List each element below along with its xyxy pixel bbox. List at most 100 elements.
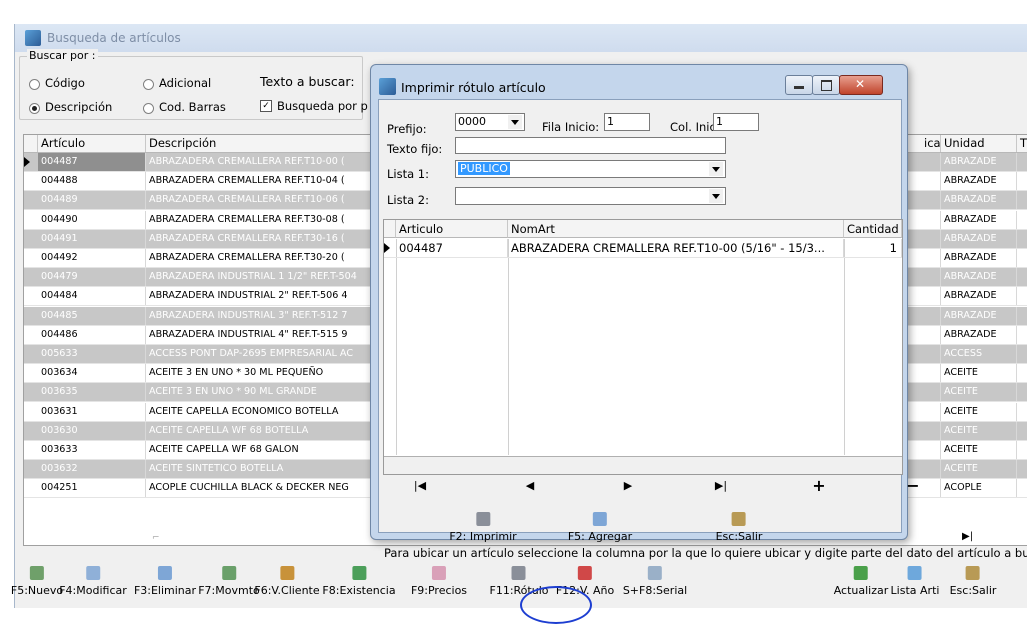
cell-t[interactable] bbox=[1017, 345, 1027, 363]
cell-unidad[interactable]: ABRAZADE bbox=[941, 268, 1017, 287]
dialog-button-2[interactable]: F5: Agregar bbox=[568, 512, 632, 543]
cell-articulo[interactable]: 004479 bbox=[38, 268, 146, 287]
cell-unidad[interactable]: ACEITE bbox=[941, 402, 1017, 421]
cell-t[interactable] bbox=[1017, 326, 1027, 344]
cell-descripcion[interactable]: ACOPLE CUCHILLA BLACK & DECKER NEG bbox=[146, 479, 374, 498]
radio-cod-barras-circle[interactable] bbox=[143, 103, 154, 114]
last-record-icon[interactable]: ▶| bbox=[706, 474, 736, 498]
cell-descripcion[interactable]: ACEITE CAPELLA ECONOMICO BOTELLA bbox=[146, 402, 374, 421]
cell-descripcion[interactable]: ABRAZADERA INDUSTRIAL 1 1/2" REF.T-504 bbox=[146, 268, 374, 287]
cell-marca[interactable] bbox=[921, 229, 941, 248]
cell-unidad[interactable]: ABRAZADE bbox=[941, 153, 1017, 171]
cell-unidad[interactable]: ACOPLE bbox=[941, 479, 1017, 498]
cell-marca[interactable] bbox=[921, 191, 941, 210]
lista1-select[interactable]: PUBLICO bbox=[455, 160, 726, 178]
dcell-cantidad[interactable]: 1 bbox=[844, 239, 902, 257]
cell-articulo[interactable]: 004484 bbox=[38, 287, 146, 306]
insert-record-icon[interactable]: + bbox=[804, 474, 834, 498]
cell-articulo[interactable]: 003634 bbox=[38, 364, 146, 383]
cell-unidad[interactable]: ABRAZADE bbox=[941, 172, 1017, 191]
col-header-t[interactable]: T bbox=[1017, 135, 1027, 152]
cell-marca[interactable] bbox=[921, 306, 941, 325]
cell-descripcion[interactable]: ACCESS PONT DAP-2695 EMPRESARIAL AC bbox=[146, 345, 374, 363]
cell-articulo[interactable]: 004485 bbox=[38, 306, 146, 325]
cell-descripcion[interactable]: ACEITE 3 EN UNO * 30 ML PEQUEÑO bbox=[146, 364, 374, 383]
cell-marca[interactable] bbox=[921, 364, 941, 383]
cell-marca[interactable] bbox=[921, 268, 941, 287]
cell-articulo[interactable]: 005633 bbox=[38, 345, 146, 363]
cell-t[interactable] bbox=[1017, 479, 1027, 497]
toolbar-button-4[interactable]: F7:Movmto bbox=[198, 566, 260, 597]
radio-codigo-circle[interactable] bbox=[29, 79, 40, 90]
cell-t[interactable] bbox=[1017, 268, 1027, 286]
radio-adicional-circle[interactable] bbox=[143, 79, 154, 90]
lista2-dropdown-arrow[interactable] bbox=[709, 189, 723, 203]
close-button[interactable]: ✕ bbox=[839, 75, 883, 95]
delete-record-icon[interactable]: − bbox=[898, 474, 928, 498]
cell-unidad[interactable]: ACEITE bbox=[941, 364, 1017, 383]
first-record-icon[interactable]: |◀ bbox=[405, 474, 435, 498]
cell-unidad[interactable]: ACEITE bbox=[941, 383, 1017, 402]
toolbar-button-12[interactable]: Lista Arti bbox=[891, 566, 939, 597]
cell-marca[interactable] bbox=[921, 287, 941, 306]
col-header-marca[interactable]: ica bbox=[921, 135, 941, 152]
cell-descripcion[interactable]: ABRAZADERA INDUSTRIAL 2" REF.T-506 4 bbox=[146, 287, 374, 306]
cell-articulo[interactable]: 004251 bbox=[38, 479, 146, 498]
cell-articulo[interactable]: 004490 bbox=[38, 210, 146, 229]
toolbar-button-11[interactable]: Actualizar bbox=[834, 566, 888, 597]
cell-t[interactable] bbox=[1017, 364, 1027, 382]
cell-marca[interactable] bbox=[921, 325, 941, 344]
dgrid-row[interactable]: 004487 ABRAZADERA CREMALLERA REF.T10-00 (… bbox=[384, 239, 902, 258]
toolbar-button-3[interactable]: F3:Eliminar bbox=[134, 566, 196, 597]
cell-articulo[interactable]: 003632 bbox=[38, 460, 146, 479]
cell-articulo[interactable]: 004488 bbox=[38, 172, 146, 191]
prefijo-select[interactable]: 0000 bbox=[455, 113, 525, 131]
texto-fijo-input[interactable] bbox=[455, 137, 726, 154]
cell-marca[interactable] bbox=[921, 441, 941, 459]
toolbar-button-5[interactable]: F6:V.Cliente bbox=[254, 566, 320, 597]
cell-marca[interactable] bbox=[921, 421, 941, 440]
cell-t[interactable] bbox=[1017, 441, 1027, 459]
cell-t[interactable] bbox=[1017, 153, 1027, 171]
cell-t[interactable] bbox=[1017, 249, 1027, 267]
cell-articulo[interactable]: 003633 bbox=[38, 441, 146, 459]
col-header-unidad[interactable]: Unidad bbox=[941, 135, 1017, 152]
cell-t[interactable] bbox=[1017, 307, 1027, 325]
dcol-header-cantidad[interactable]: Cantidad bbox=[844, 220, 902, 238]
toolbar-button-13[interactable]: Esc:Salir bbox=[950, 566, 996, 597]
toolbar-button-6[interactable]: F8:Existencia bbox=[322, 566, 396, 597]
cell-descripcion[interactable]: ACEITE CAPELLA WF 68 BOTELLA bbox=[146, 421, 374, 440]
dgrid-scrollbar[interactable] bbox=[384, 456, 902, 474]
next-record-icon[interactable]: ▶ bbox=[613, 474, 643, 498]
cell-unidad[interactable]: ABRAZADE bbox=[941, 229, 1017, 248]
col-header-descripcion[interactable]: Descripción bbox=[146, 135, 374, 152]
col-inicio-input[interactable]: 1 bbox=[713, 113, 759, 131]
dialog-title-bar[interactable]: Imprimir rótulo artículo ✕ bbox=[371, 65, 907, 99]
cell-t[interactable] bbox=[1017, 230, 1027, 248]
cell-unidad[interactable]: ABRAZADE bbox=[941, 306, 1017, 325]
cell-t[interactable] bbox=[1017, 383, 1027, 401]
cell-articulo[interactable]: 004491 bbox=[38, 229, 146, 248]
lista1-dropdown-arrow[interactable] bbox=[709, 162, 723, 176]
fila-inicio-input[interactable]: 1 bbox=[604, 113, 650, 131]
lista2-select[interactable] bbox=[455, 187, 726, 205]
dcol-header-nomart[interactable]: NomArt bbox=[508, 220, 844, 238]
minimize-button[interactable] bbox=[785, 75, 813, 95]
cell-articulo[interactable]: 004487 bbox=[38, 153, 146, 171]
cell-articulo[interactable]: 003635 bbox=[38, 383, 146, 402]
cell-marca[interactable] bbox=[921, 383, 941, 402]
dialog-button-3[interactable]: Esc:Salir bbox=[716, 512, 762, 543]
cell-marca[interactable] bbox=[921, 210, 941, 229]
cell-descripcion[interactable]: ABRAZADERA CREMALLERA REF.T10-00 ( bbox=[146, 153, 374, 171]
cell-descripcion[interactable]: ABRAZADERA INDUSTRIAL 3" REF.T-512 7 bbox=[146, 306, 374, 325]
col-header-articulo[interactable]: Artículo bbox=[38, 135, 146, 152]
prior-record-icon[interactable]: ◀ bbox=[515, 474, 545, 498]
toolbar-button-2[interactable]: F4:Modificar bbox=[59, 566, 127, 597]
cell-articulo[interactable]: 004486 bbox=[38, 325, 146, 344]
cell-t[interactable] bbox=[1017, 172, 1027, 190]
cell-unidad[interactable]: ABRAZADE bbox=[941, 191, 1017, 210]
cell-articulo[interactable]: 003631 bbox=[38, 402, 146, 421]
cell-unidad[interactable]: ABRAZADE bbox=[941, 325, 1017, 344]
cell-unidad[interactable]: ACEITE bbox=[941, 441, 1017, 459]
cell-articulo[interactable]: 003630 bbox=[38, 421, 146, 440]
